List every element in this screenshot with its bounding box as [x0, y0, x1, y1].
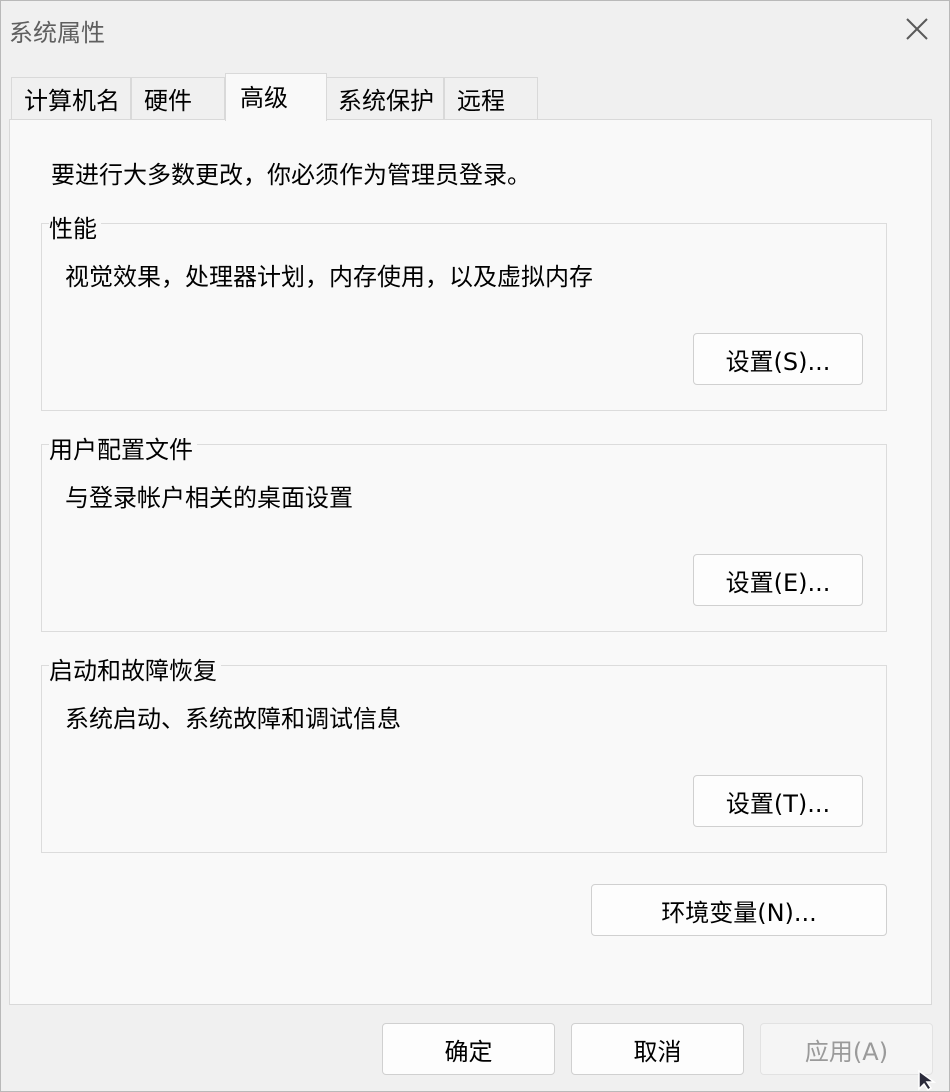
performance-legend: 性能 — [49, 209, 101, 244]
tab-label: 硬件 — [144, 87, 192, 115]
tab-remote[interactable]: 远程 — [444, 77, 538, 119]
window-title: 系统属性 — [9, 19, 105, 47]
tab-computer-name[interactable]: 计算机名 — [11, 77, 131, 119]
tab-label: 高级 — [240, 84, 288, 112]
close-icon — [906, 18, 928, 40]
title-bar: 系统属性 — [1, 1, 949, 57]
user-profiles-settings-button[interactable]: 设置(E)... — [693, 554, 863, 606]
startup-recovery-legend: 启动和故障恢复 — [49, 651, 221, 686]
tab-hardware[interactable]: 硬件 — [131, 77, 225, 119]
user-profiles-legend: 用户配置文件 — [49, 430, 197, 465]
cancel-button[interactable]: 取消 — [571, 1023, 744, 1075]
admin-note: 要进行大多数更改，你必须作为管理员登录。 — [51, 161, 531, 189]
tab-advanced[interactable]: 高级 — [225, 73, 327, 121]
close-button[interactable] — [885, 1, 949, 57]
mouse-pointer-icon — [918, 1069, 937, 1091]
user-profiles-description: 与登录帐户相关的桌面设置 — [65, 484, 353, 512]
performance-settings-button[interactable]: 设置(S)... — [693, 333, 863, 385]
startup-recovery-settings-button[interactable]: 设置(T)... — [693, 775, 863, 827]
system-properties-window: 系统属性 计算机名 硬件 高级 系统保护 远程 要进行大多数更改，你必须作为管理… — [0, 0, 950, 1092]
startup-recovery-description: 系统启动、系统故障和调试信息 — [65, 705, 401, 733]
ok-button[interactable]: 确定 — [382, 1023, 555, 1075]
environment-variables-button[interactable]: 环境变量(N)... — [591, 884, 887, 936]
tab-label: 远程 — [457, 87, 505, 115]
apply-button[interactable]: 应用(A) — [760, 1023, 933, 1075]
performance-description: 视觉效果，处理器计划，内存使用，以及虚拟内存 — [65, 263, 593, 291]
tab-system-protection[interactable]: 系统保护 — [325, 77, 444, 119]
tab-label: 计算机名 — [24, 87, 120, 115]
tab-label: 系统保护 — [338, 87, 434, 115]
